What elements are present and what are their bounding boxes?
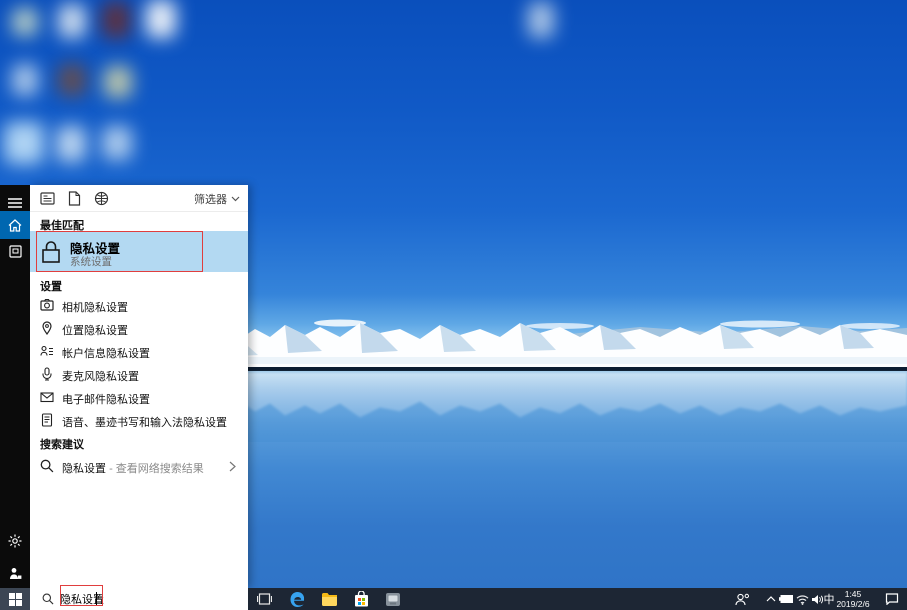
blurred-desktop-icon — [528, 2, 554, 38]
suggestion-hint: - 查看网络搜索结果 — [109, 463, 204, 475]
people-icon — [735, 593, 750, 606]
result-email-privacy[interactable]: 电子邮件隐私设置 — [30, 386, 248, 409]
ime-indicator-button[interactable]: 中 — [822, 590, 836, 608]
documents-filter-button[interactable] — [68, 191, 83, 206]
blurred-desktop-icon — [12, 8, 38, 36]
chevron-up-icon — [766, 596, 776, 602]
store-button[interactable] — [352, 590, 370, 608]
result-microphone-privacy[interactable]: 麦克风隐私设置 — [30, 363, 248, 386]
camera-icon — [40, 298, 54, 312]
result-account-info-privacy[interactable]: 帐户信息隐私设置 — [30, 340, 248, 363]
notification-icon — [885, 593, 899, 605]
apps-icon — [40, 191, 55, 206]
home-icon — [8, 219, 22, 232]
battery-icon — [779, 595, 793, 603]
search-input[interactable] — [60, 588, 210, 610]
screen: 筛选器 最佳匹配 隐私设置 系统设置 设置 相机隐私设置 位置隐私设置 帐户信息… — [0, 0, 907, 610]
best-match-subtitle: 系统设置 — [70, 254, 112, 269]
clock-time: 1:45 — [836, 589, 870, 599]
search-rail — [0, 185, 30, 588]
settings-section-label: 设置 — [40, 278, 62, 294]
search-icon — [42, 593, 54, 605]
clock[interactable]: 1:45 2019/2/6 — [836, 589, 870, 609]
location-icon — [40, 321, 54, 335]
result-label: 麦克风隐私设置 — [62, 368, 139, 384]
home-button[interactable] — [0, 211, 30, 239]
chevron-right-icon — [229, 461, 236, 472]
web-search-suggestion[interactable]: 隐私设置 - 查看网络搜索结果 — [30, 455, 248, 478]
person-icon — [9, 567, 22, 580]
ime-indicator-label: 中 — [824, 591, 835, 607]
microphone-icon — [40, 367, 54, 381]
notebook-button[interactable] — [0, 237, 30, 265]
email-icon — [40, 390, 54, 404]
file-explorer-button[interactable] — [320, 590, 338, 608]
result-location-privacy[interactable]: 位置隐私设置 — [30, 317, 248, 340]
document-page-icon — [68, 191, 81, 206]
lock-icon — [40, 240, 62, 264]
blurred-desktop-icon — [146, 0, 176, 38]
blurred-desktop-icon — [104, 66, 132, 98]
blurred-desktop-icon — [102, 2, 130, 38]
task-view-icon — [257, 593, 272, 605]
chevron-down-icon — [231, 196, 240, 202]
globe-icon — [94, 191, 109, 206]
suggestions-section-label: 搜索建议 — [40, 436, 84, 452]
best-match-result[interactable]: 隐私设置 系统设置 — [30, 231, 248, 272]
blurred-desktop-icon — [56, 126, 86, 162]
result-label: 相机隐私设置 — [62, 299, 128, 315]
result-label: 电子邮件隐私设置 — [62, 391, 150, 407]
web-filter-button[interactable] — [94, 191, 109, 206]
blurred-desktop-icon — [58, 4, 86, 38]
settings-button[interactable] — [0, 527, 30, 555]
wifi-icon — [796, 594, 809, 605]
edge-icon — [289, 591, 306, 608]
blurred-desktop-icon — [102, 126, 132, 160]
filters-dropdown[interactable]: 筛选器 — [194, 191, 240, 207]
suggestion-query: 隐私设置 — [62, 463, 106, 475]
edge-browser-button[interactable] — [288, 590, 306, 608]
action-center-button[interactable] — [883, 590, 901, 608]
clock-date: 2019/2/6 — [836, 599, 870, 609]
result-label: 帐户信息隐私设置 — [62, 345, 150, 361]
taskbar-search-field[interactable] — [30, 588, 248, 610]
search-filter-bar: 筛选器 — [30, 185, 248, 212]
search-results-panel: 筛选器 最佳匹配 隐私设置 系统设置 设置 相机隐私设置 位置隐私设置 帐户信息… — [30, 185, 248, 588]
blurred-desktop-icon — [4, 122, 44, 164]
people-button[interactable] — [733, 590, 751, 608]
filters-label: 筛选器 — [194, 191, 227, 207]
windows-logo-icon — [9, 593, 22, 606]
search-icon — [40, 459, 54, 473]
result-label: 位置隐私设置 — [62, 322, 128, 338]
result-speech-ink-privacy[interactable]: 语音、墨迹书写和输入法隐私设置 — [30, 409, 248, 432]
apps-filter-button[interactable] — [40, 191, 55, 206]
feedback-button[interactable] — [0, 559, 30, 587]
app-icon — [385, 592, 401, 607]
task-view-button[interactable] — [255, 590, 273, 608]
contact-card-icon — [40, 344, 54, 358]
hamburger-icon — [8, 198, 22, 208]
result-label: 语音、墨迹书写和输入法隐私设置 — [62, 414, 227, 430]
blurred-desktop-icon — [12, 64, 38, 96]
store-icon — [354, 591, 369, 607]
folder-icon — [321, 592, 338, 606]
blurred-desktop-icon — [58, 64, 86, 96]
result-camera-privacy[interactable]: 相机隐私设置 — [30, 294, 248, 317]
start-button[interactable] — [0, 588, 30, 610]
gear-icon — [8, 534, 22, 548]
pinned-app-button[interactable] — [384, 590, 402, 608]
text-cursor — [96, 592, 97, 606]
document-icon — [40, 413, 54, 427]
notebook-icon — [9, 245, 22, 258]
